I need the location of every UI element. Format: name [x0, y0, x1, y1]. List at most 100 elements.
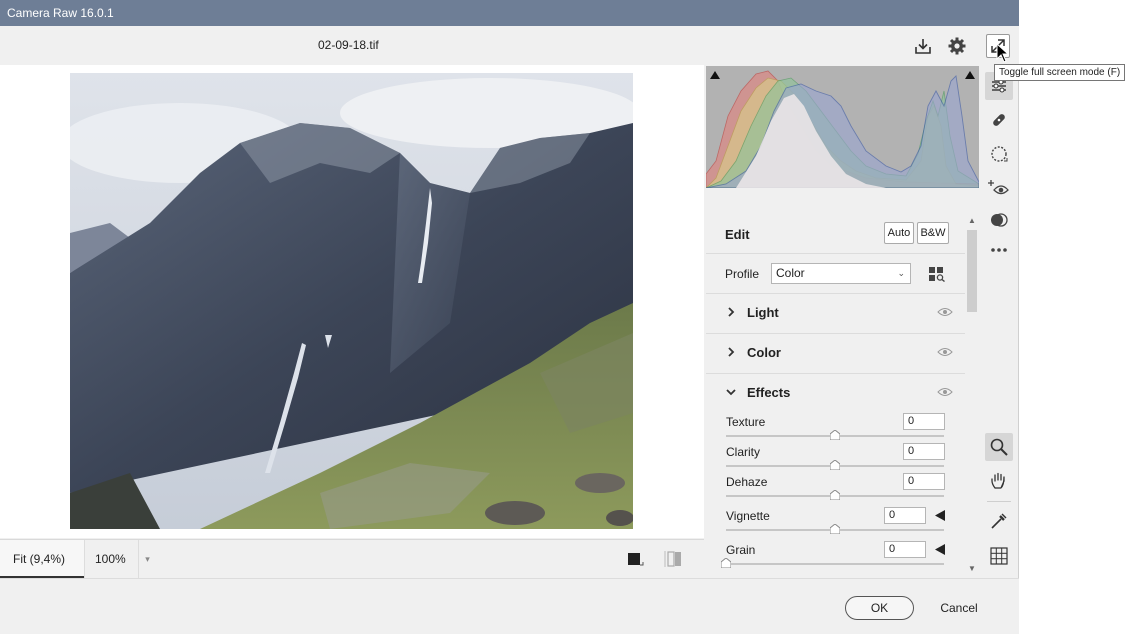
chevron-down-icon: ⌄: [897, 268, 905, 278]
title-bar: Camera Raw 16.0.1: [0, 0, 1019, 26]
vignette-expand-icon[interactable]: [935, 510, 945, 521]
ok-button[interactable]: OK: [845, 596, 914, 620]
red-eye-tool-button[interactable]: [985, 174, 1013, 202]
window-title: Camera Raw 16.0.1: [7, 6, 114, 20]
highlight-clip-icon: [965, 71, 975, 79]
color-sampler-tool-button[interactable]: [985, 507, 1013, 535]
vignette-slider-track[interactable]: [726, 524, 944, 534]
panel-scrollbar[interactable]: ▲ ▼: [965, 214, 979, 576]
profile-value: Color: [776, 266, 805, 280]
image-canvas[interactable]: [0, 65, 704, 538]
view-bar: Fit (9,4%) 100% ▾: [0, 539, 704, 578]
zoom-tool-button[interactable]: [985, 433, 1013, 461]
clarity-slider-track[interactable]: [726, 460, 944, 470]
section-effects[interactable]: Effects: [706, 374, 965, 414]
zoom-100-button[interactable]: 100%: [84, 540, 138, 578]
chevron-down-icon: [726, 389, 736, 396]
clarity-value-input[interactable]: 0: [903, 443, 945, 460]
more-icon: [991, 248, 1007, 252]
mask-icon: [991, 146, 1008, 162]
hand-icon: [991, 472, 1005, 489]
texture-value-input[interactable]: 0: [903, 413, 945, 430]
slider-label: Dehaze: [726, 475, 768, 489]
grain-slider-track[interactable]: [721, 558, 944, 568]
bandage-icon: [993, 114, 1005, 126]
dehaze-slider-track[interactable]: [726, 490, 944, 500]
slider-label: Clarity: [726, 445, 761, 459]
eye-icon[interactable]: [937, 347, 953, 357]
more-tools-button[interactable]: [985, 236, 1013, 264]
settings-button[interactable]: [945, 34, 969, 58]
section-effects-title: Effects: [747, 385, 791, 400]
zoom-icon: [990, 438, 1008, 456]
cancel-button[interactable]: Cancel: [928, 596, 990, 620]
single-view-button[interactable]: [626, 550, 644, 568]
profile-select[interactable]: Color ⌄: [771, 263, 911, 284]
slider-thumb[interactable]: [830, 490, 840, 500]
edit-title: Edit: [725, 227, 750, 242]
profile-browser-icon: [929, 267, 945, 283]
photo-preview: [70, 73, 633, 529]
healing-tool-button[interactable]: [985, 106, 1013, 134]
edit-header: Edit Auto B&W: [706, 214, 965, 254]
eye-icon[interactable]: [937, 387, 953, 397]
presets-icon: [991, 213, 1008, 227]
dialog-footer: OK Cancel: [0, 578, 1019, 634]
shadow-clipping-toggle[interactable]: [709, 69, 721, 79]
gear-icon: [948, 37, 966, 55]
filename-label: 02-09-18.tif: [318, 38, 379, 52]
profile-label: Profile: [725, 267, 760, 281]
presets-tool-button[interactable]: [985, 206, 1013, 234]
profile-browser-button[interactable]: [928, 266, 946, 283]
grain-value-input[interactable]: 0: [884, 541, 926, 558]
slider-label: Grain: [726, 543, 756, 557]
grain-expand-icon[interactable]: [935, 544, 945, 555]
section-color[interactable]: Color: [706, 334, 965, 374]
zoom-fit-button[interactable]: Fit (9,4%): [0, 540, 84, 578]
profile-row: Profile Color ⌄: [706, 254, 965, 294]
color-sampler-icon: [991, 513, 1007, 529]
masking-tool-button[interactable]: [985, 140, 1013, 168]
auto-button[interactable]: Auto: [884, 222, 914, 244]
texture-slider-track[interactable]: [726, 430, 944, 440]
slider-thumb[interactable]: [830, 460, 840, 470]
toolbar-divider: [987, 501, 1011, 502]
zoom-dropdown[interactable]: ▾: [138, 540, 156, 578]
highlight-clipping-toggle[interactable]: [964, 69, 976, 79]
red-eye-icon: [988, 180, 1009, 195]
slider-thumb[interactable]: [721, 558, 731, 568]
grid-overlay-button[interactable]: [985, 542, 1013, 570]
chevron-right-icon: [728, 307, 735, 317]
tooltip: Toggle full screen mode (F): [994, 64, 1126, 81]
scroll-down-icon[interactable]: ▼: [965, 562, 979, 576]
scroll-up-icon[interactable]: ▲: [965, 214, 979, 228]
section-light[interactable]: Light: [706, 294, 965, 334]
camera-raw-window: Camera Raw 16.0.1 02-09-18.tif Fit (9,4%…: [0, 0, 1019, 634]
scroll-thumb[interactable]: [967, 230, 977, 312]
dehaze-value-input[interactable]: 0: [903, 473, 945, 490]
slider-label: Vignette: [726, 509, 770, 523]
section-light-title: Light: [747, 305, 779, 320]
mouse-cursor-icon: [996, 43, 1010, 63]
save-button[interactable]: [911, 34, 935, 58]
slider-thumb[interactable]: [830, 430, 840, 440]
slider-label: Texture: [726, 415, 766, 429]
slider-thumb[interactable]: [830, 524, 840, 534]
single-view-icon: [628, 553, 644, 566]
chevron-down-icon: ▾: [145, 554, 150, 564]
histogram-graph: [706, 70, 979, 188]
bw-button[interactable]: B&W: [917, 222, 949, 244]
grid-icon: [990, 547, 1008, 565]
hand-tool-button[interactable]: [985, 467, 1013, 495]
shadow-clip-icon: [710, 71, 720, 79]
mountain-photo: [70, 73, 633, 529]
before-after-button[interactable]: [664, 550, 682, 568]
chevron-right-icon: [728, 347, 735, 357]
tool-strip: [983, 66, 1015, 576]
eye-icon[interactable]: [937, 307, 953, 317]
save-icon: [915, 39, 931, 54]
edit-panel: Edit Auto B&W Profile Color ⌄ Light Colo…: [706, 214, 965, 578]
before-after-icon: [664, 551, 681, 567]
vignette-value-input[interactable]: 0: [884, 507, 926, 524]
section-color-title: Color: [747, 345, 781, 360]
